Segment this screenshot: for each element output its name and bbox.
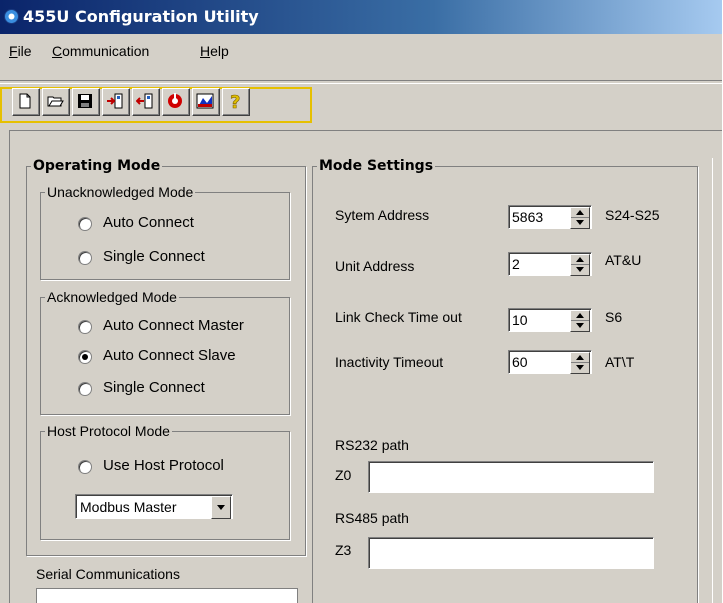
toolbar-separator	[0, 80, 722, 84]
svg-text:?: ?	[230, 92, 240, 110]
up-arrow-icon	[576, 210, 584, 215]
system-address-code: S24-S25	[605, 207, 660, 223]
radio-label: Single Connect	[103, 248, 205, 265]
right-panel-edge	[712, 158, 722, 603]
menu-help[interactable]: Help	[200, 43, 229, 59]
system-address-spinner[interactable]: 5863	[508, 205, 592, 229]
radio-label: Auto Connect Master	[103, 317, 244, 334]
down-arrow-icon	[576, 220, 584, 225]
rs485-path-label: RS485 path	[335, 510, 409, 526]
radio-label: Auto Connect	[103, 214, 194, 231]
spinner-value: 5863	[512, 209, 544, 225]
spinner-value: 10	[512, 312, 528, 328]
spin-buttons[interactable]	[570, 207, 590, 229]
rs485-prefix: Z3	[335, 542, 352, 558]
chevron-down-icon	[217, 505, 225, 510]
radio-selected-dot	[82, 354, 88, 360]
rs232-path-input[interactable]	[368, 461, 654, 493]
radio-label: Auto Connect Slave	[103, 347, 236, 364]
operating-mode-title: Operating Mode	[33, 158, 161, 174]
graph-icon	[196, 93, 214, 109]
unit-address-code: AT&U	[605, 252, 642, 268]
inactivity-timeout-spinner[interactable]: 60	[508, 350, 592, 374]
spin-buttons[interactable]	[570, 254, 590, 276]
serial-comms-frame	[36, 588, 298, 603]
unit-address-spinner[interactable]: 2	[508, 252, 592, 276]
ack-mode-title: Acknowledged Mode	[47, 289, 177, 305]
spinner-value: 60	[512, 354, 528, 370]
inactivity-timeout-code: AT\T	[605, 354, 635, 370]
rs232-prefix: Z0	[335, 467, 352, 483]
radio-unack-auto-connect[interactable]	[78, 217, 92, 231]
radio-use-host-protocol[interactable]	[78, 460, 92, 474]
radio-label: Single Connect	[103, 379, 205, 396]
reset-icon	[168, 93, 182, 108]
dropdown-button[interactable]	[211, 496, 231, 519]
app-window: 455U Configuration Utility File Communic…	[0, 0, 722, 603]
write-config-icon	[136, 93, 153, 109]
radio-ack-single-connect[interactable]	[78, 382, 92, 396]
help-icon: ?	[230, 92, 241, 110]
app-gear-icon	[4, 9, 19, 24]
inactivity-timeout-label: Inactivity Timeout	[335, 354, 444, 370]
link-check-code: S6	[605, 309, 623, 325]
rs232-path-label: RS232 path	[335, 437, 409, 453]
menu-file[interactable]: File	[9, 43, 32, 59]
unit-address-label: Unit Address	[335, 258, 415, 274]
up-arrow-icon	[576, 355, 584, 360]
title-bar[interactable]: 455U Configuration Utility	[0, 0, 722, 34]
up-arrow-icon	[576, 257, 584, 262]
down-arrow-icon	[576, 323, 584, 328]
up-arrow-icon	[576, 313, 584, 318]
spinner-value: 2	[512, 256, 520, 272]
unack-mode-group: Unacknowledged Mode	[40, 184, 290, 280]
mode-settings-title: Mode Settings	[319, 158, 434, 174]
down-arrow-icon	[576, 267, 584, 272]
radio-unack-single-connect[interactable]	[78, 251, 92, 265]
system-address-label: Sytem Address	[335, 207, 430, 223]
serial-comms-title: Serial Communications	[36, 566, 180, 582]
menu-bar: File Communication Help	[0, 34, 722, 69]
save-disk-icon	[78, 94, 92, 108]
open-folder-icon	[47, 96, 64, 107]
help-button[interactable]: ?	[222, 88, 250, 116]
save-button[interactable]	[72, 88, 100, 116]
radio-ack-auto-connect-slave[interactable]	[78, 350, 92, 364]
read-config-button[interactable]	[102, 88, 130, 116]
host-protocol-select[interactable]: Modbus Master	[75, 494, 233, 519]
unack-mode-title: Unacknowledged Mode	[47, 184, 194, 200]
spin-buttons[interactable]	[570, 310, 590, 332]
radio-label: Use Host Protocol	[103, 457, 224, 474]
open-button[interactable]	[42, 88, 70, 116]
link-check-label: Link Check Time out	[335, 309, 462, 325]
menu-communication[interactable]: Communication	[52, 43, 149, 59]
reset-button[interactable]	[162, 88, 190, 116]
window-title: 455U Configuration Utility	[23, 7, 259, 26]
host-protocol-title: Host Protocol Mode	[47, 423, 170, 439]
host-protocol-group: Host Protocol Mode	[40, 423, 290, 540]
spin-buttons[interactable]	[570, 352, 590, 374]
radio-ack-auto-connect-master[interactable]	[78, 320, 92, 334]
write-config-button[interactable]	[132, 88, 160, 116]
link-check-spinner[interactable]: 10	[508, 308, 592, 332]
read-config-icon	[107, 93, 123, 109]
host-protocol-value: Modbus Master	[80, 499, 177, 515]
down-arrow-icon	[576, 365, 584, 370]
graph-button[interactable]	[192, 88, 220, 116]
new-file-button[interactable]	[12, 88, 40, 116]
rs485-path-input[interactable]	[368, 537, 654, 569]
new-file-icon	[19, 93, 31, 109]
